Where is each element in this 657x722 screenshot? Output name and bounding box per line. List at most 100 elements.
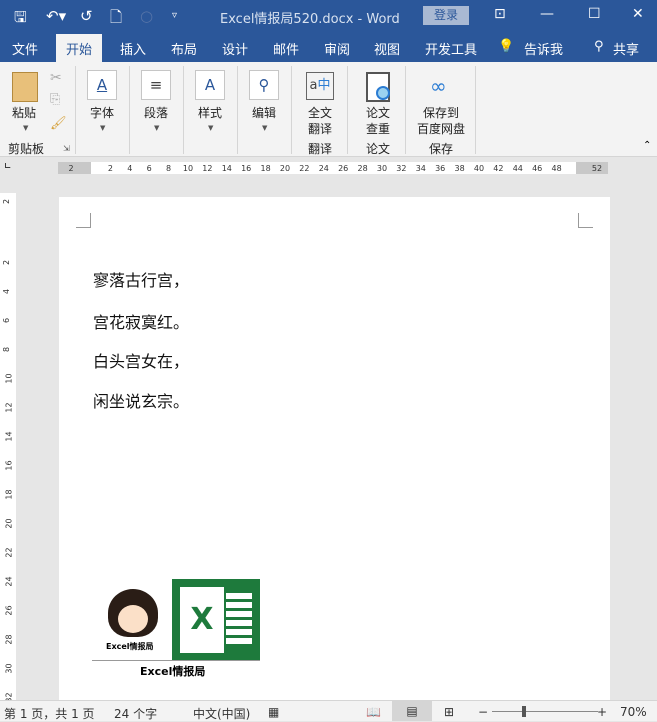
ruler-tick-label: 20 (4, 518, 14, 529)
ruler-tick-label: 6 (146, 164, 152, 173)
paper-check-icon[interactable] (366, 72, 390, 102)
ruler-tick-label: 10 (4, 373, 14, 384)
ruler-tick-label: 18 (260, 164, 271, 173)
share-button[interactable]: 共享 (613, 39, 639, 58)
excel-logo-icon: X (172, 579, 260, 661)
tab-file[interactable]: 文件 (12, 39, 38, 58)
ruler-tick-label: 28 (357, 164, 368, 173)
tell-me-button[interactable]: 告诉我 (524, 39, 563, 58)
tab-view[interactable]: 视图 (374, 39, 400, 58)
group-styles[interactable]: A 样式 ▼ (184, 66, 238, 154)
styles-icon: A (195, 70, 225, 100)
paste-button[interactable]: 粘贴 (12, 104, 36, 121)
paper-button-line2[interactable]: 查重 (366, 120, 390, 137)
minimize-button[interactable]: — (540, 6, 554, 22)
format-painter-icon[interactable]: 🖌 (50, 116, 67, 131)
horizontal-ruler[interactable]: ∟ 2 2 4 6 8 10 12 14 16 18 20 22 24 26 28 30 32 34 36 38 40 4… (0, 157, 657, 179)
lightbulb-icon: 💡 (498, 39, 515, 54)
translate-icon[interactable]: a中 (306, 72, 334, 100)
maximize-button[interactable]: ☐ (588, 6, 601, 22)
translate-button-line2[interactable]: 翻译 (308, 120, 332, 137)
status-bar: 第 1 页，共 1 页 24 个字 中文(中国) ▦ 📖 ▤ ⊞ − + 70% (0, 700, 657, 721)
window-title: Excel情报局520.docx - Word (220, 12, 400, 27)
save-icon[interactable]: 🖫 (14, 7, 27, 32)
copy-icon[interactable]: ⎘ (50, 92, 60, 107)
zoom-slider-thumb[interactable] (522, 706, 526, 717)
group-font[interactable]: A 字体 ▼ (76, 66, 130, 154)
ruler-tick-label: 44 (512, 164, 523, 173)
ruler-tick-label: 18 (4, 489, 14, 500)
web-layout-icon[interactable]: ⊞ (444, 705, 454, 719)
ruler-tick-label: 22 (299, 164, 310, 173)
save-to-netdisk-line2[interactable]: 百度网盘 (417, 120, 465, 137)
macro-icon[interactable]: ▦ (268, 705, 279, 719)
paste-dropdown-icon[interactable]: ▼ (23, 124, 28, 132)
share-icon: ⚲ (594, 39, 604, 54)
ruler-tick-label: 20 (279, 164, 291, 173)
save-group-label: 保存 (429, 142, 454, 156)
tab-layout[interactable]: 布局 (171, 39, 197, 58)
margin-mark (76, 213, 91, 228)
logo-image[interactable]: Excel情报局 X Excel情报局 (92, 579, 262, 679)
collapse-ribbon-icon[interactable]: ⌃ (643, 140, 651, 151)
zoom-out-button[interactable]: − (478, 705, 488, 719)
undo-icon[interactable]: ↶▾ (46, 7, 66, 25)
ruler-tick-label: 8 (166, 164, 172, 173)
customize-qat-icon[interactable]: ▿ (172, 10, 177, 21)
paragraph-icon: ≡ (141, 70, 171, 100)
zoom-level[interactable]: 70% (620, 705, 647, 719)
circle-icon[interactable]: ○ (140, 7, 153, 25)
paper-button-line1[interactable]: 论文 (366, 104, 390, 121)
chevron-down-icon: ▼ (154, 124, 160, 132)
word-count[interactable]: 24 个字 (114, 705, 157, 722)
ribbon-display-icon[interactable]: ⊡ (494, 6, 506, 22)
ruler-tick-label: 34 (415, 164, 426, 173)
clipboard-group-label: 剪贴板 (8, 142, 45, 156)
group-save: ∞ 保存到 百度网盘 保存 (406, 66, 476, 156)
tab-home[interactable]: 开始 (56, 34, 103, 62)
ruler-tick-label: 46 (532, 164, 543, 173)
baidu-netdisk-icon[interactable]: ∞ (430, 74, 447, 98)
chevron-down-icon: ▼ (100, 124, 106, 132)
font-label: 字体 (90, 106, 115, 120)
print-preview-icon[interactable]: 🗋 (110, 7, 122, 32)
zoom-in-button[interactable]: + (597, 705, 607, 719)
vertical-ruler[interactable]: 2 2 4 6 8 10 12 14 16 18 20 22 24 26 28 30 32 (0, 193, 16, 703)
group-paragraph[interactable]: ≡ 段落 ▼ (130, 66, 184, 154)
login-button[interactable]: 登录 (423, 6, 469, 25)
ruler-tick-label: 52 (591, 164, 603, 173)
save-to-netdisk-line1[interactable]: 保存到 (423, 104, 459, 121)
group-editing[interactable]: ⚲ 编辑 ▼ (238, 66, 292, 154)
redo-icon[interactable]: ↺ (80, 7, 93, 25)
page-count[interactable]: 第 1 页，共 1 页 (4, 705, 95, 722)
tab-review[interactable]: 审阅 (324, 39, 350, 58)
chevron-down-icon: ▼ (208, 124, 214, 132)
paste-icon[interactable] (12, 72, 38, 102)
dialog-launcher-icon[interactable]: ⇲ (63, 144, 70, 153)
tab-developer[interactable]: 开发工具 (425, 39, 477, 58)
close-button[interactable]: ✕ (632, 6, 644, 22)
ruler-tick-label: 26 (338, 164, 349, 173)
document-page[interactable]: 寥落古行宫， 宫花寂寞红。 白头宫女在， 闲坐说玄宗。 Excel情报局 X E… (59, 197, 610, 707)
ruler-tick-label: 22 (4, 547, 14, 558)
language[interactable]: 中文(中国) (193, 705, 250, 722)
vertical-scrollbar[interactable] (640, 179, 657, 700)
translate-button-line1[interactable]: 全文 (308, 104, 332, 121)
print-layout-icon[interactable]: ▤ (392, 701, 432, 721)
ruler-tick-label: 30 (4, 663, 14, 674)
ruler-tick-label: 38 (454, 164, 465, 173)
ruler-tick-label: 28 (4, 634, 14, 645)
zoom-slider[interactable] (492, 711, 598, 712)
tab-selector-icon[interactable]: ∟ (4, 162, 12, 172)
ruler-tick-label: 30 (376, 164, 388, 173)
read-mode-icon[interactable]: 📖 (366, 705, 381, 719)
ruler-tick-label: 48 (551, 164, 562, 173)
tab-insert[interactable]: 插入 (120, 39, 146, 58)
ruler-tick-label: 16 (4, 460, 14, 471)
cut-icon[interactable]: ✂ (50, 70, 62, 86)
ruler-tick-label: 12 (202, 164, 213, 173)
tab-design[interactable]: 设计 (222, 39, 248, 58)
logo-inner-text: Excel情报局 (106, 642, 154, 651)
ruler-tick-label: 42 (493, 164, 504, 173)
tab-mailings[interactable]: 邮件 (273, 39, 299, 58)
